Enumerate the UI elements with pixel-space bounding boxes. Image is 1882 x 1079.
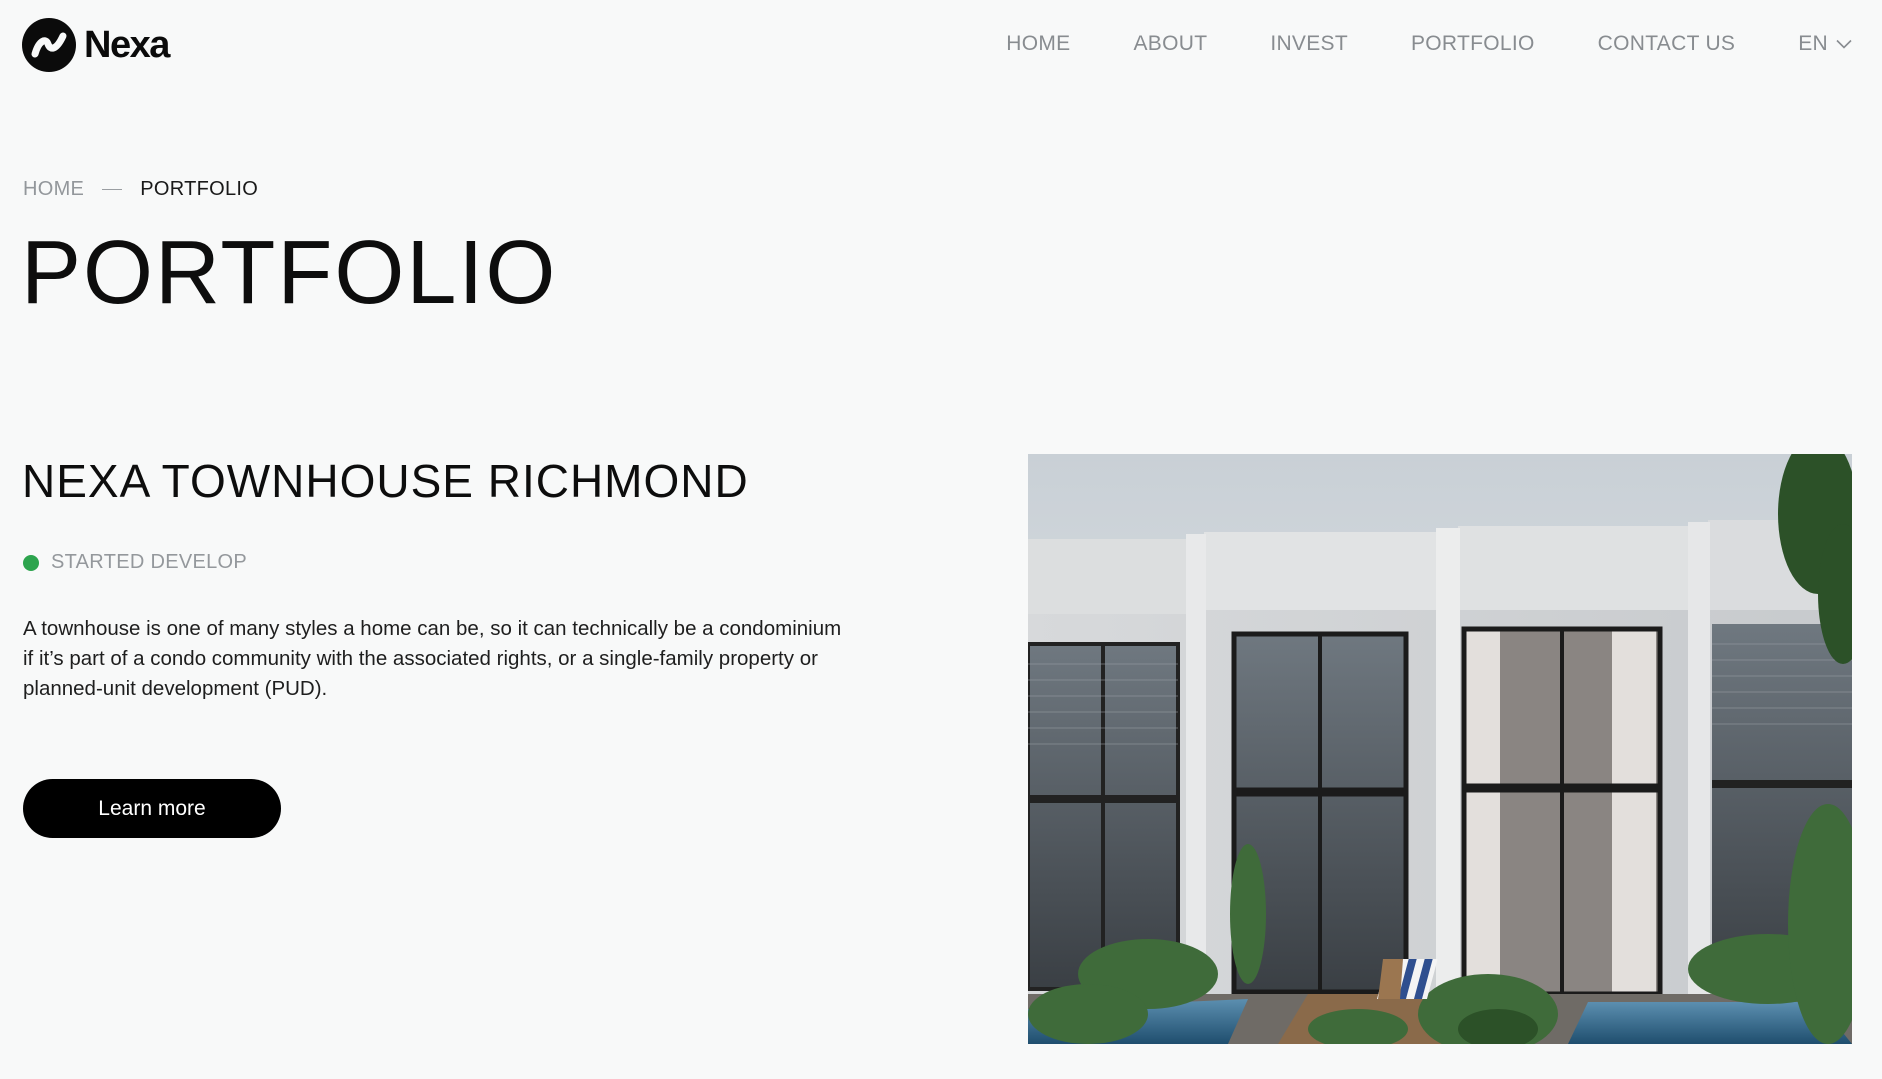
nav-about[interactable]: ABOUT bbox=[1133, 32, 1207, 56]
breadcrumb-current: PORTFOLIO bbox=[140, 178, 259, 200]
site-header: Nexa HOME ABOUT INVEST PORTFOLIO CONTACT… bbox=[0, 0, 1882, 92]
breadcrumb-separator bbox=[102, 189, 123, 190]
nexa-logo-icon bbox=[22, 18, 76, 72]
project-title: NEXA TOWNHOUSE RICHMOND bbox=[22, 455, 749, 507]
breadcrumb-home[interactable]: HOME bbox=[23, 178, 84, 201]
nav-contact-us[interactable]: CONTACT US bbox=[1598, 32, 1736, 56]
language-selector[interactable]: EN bbox=[1798, 32, 1852, 56]
project-description: A townhouse is one of many styles a home… bbox=[23, 617, 842, 700]
nexa-logo[interactable]: Nexa bbox=[22, 18, 170, 72]
townhouse-illustration bbox=[1028, 454, 1852, 1044]
project-status: STARTED DEVELOP bbox=[23, 551, 247, 574]
nav-invest[interactable]: INVEST bbox=[1270, 32, 1348, 56]
learn-more-button[interactable]: Learn more bbox=[23, 779, 281, 838]
status-label: STARTED DEVELOP bbox=[51, 551, 248, 573]
language-label: EN bbox=[1798, 32, 1828, 55]
page-title: PORTFOLIO bbox=[21, 223, 558, 323]
townhouse-photo bbox=[1028, 454, 1852, 1044]
status-dot-icon bbox=[23, 554, 39, 571]
main-nav: HOME ABOUT INVEST PORTFOLIO CONTACT US E… bbox=[1006, 32, 1852, 56]
brand-name: Nexa bbox=[84, 24, 170, 66]
breadcrumb: HOME PORTFOLIO bbox=[23, 178, 258, 201]
nav-portfolio[interactable]: PORTFOLIO bbox=[1411, 32, 1535, 56]
nav-home[interactable]: HOME bbox=[1006, 32, 1070, 56]
chevron-down-icon bbox=[1836, 39, 1852, 49]
